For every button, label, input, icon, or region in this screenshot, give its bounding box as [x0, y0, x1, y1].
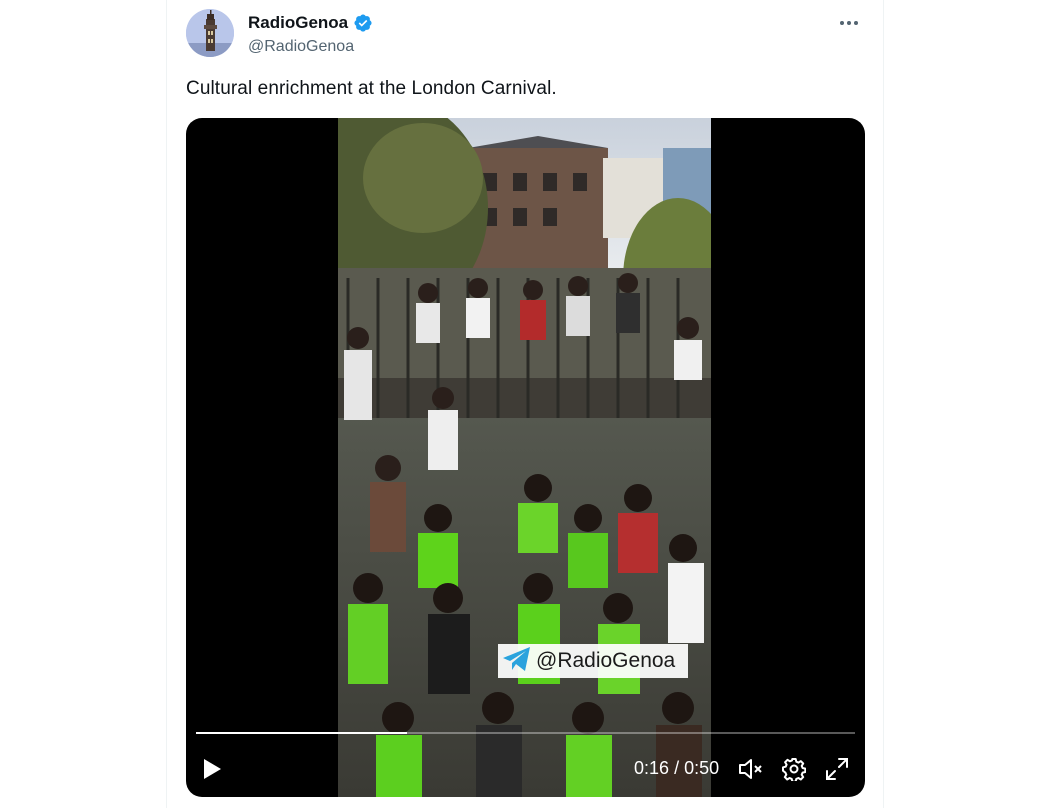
- gear-icon[interactable]: [781, 756, 807, 782]
- avatar[interactable]: [186, 9, 234, 57]
- verified-badge-icon[interactable]: [353, 13, 373, 33]
- video-controls: 0:16 / 0:50: [186, 748, 865, 788]
- display-name[interactable]: RadioGenoa: [248, 13, 348, 33]
- muted-icon[interactable]: [738, 756, 764, 782]
- handle[interactable]: @RadioGenoa: [248, 38, 354, 56]
- video-watermark: @RadioGenoa: [498, 644, 688, 678]
- video-frame-image: [338, 118, 711, 797]
- telegram-icon: [502, 646, 532, 677]
- fullscreen-icon[interactable]: [824, 756, 850, 782]
- duration: 0:50: [684, 758, 720, 778]
- more-icon[interactable]: [835, 13, 863, 33]
- avatar-image: [186, 9, 234, 57]
- tweet-column: RadioGenoa @RadioGenoa Cultural enrichme…: [166, 0, 884, 808]
- page: RadioGenoa @RadioGenoa Cultural enrichme…: [0, 0, 1050, 808]
- name-row: RadioGenoa: [248, 13, 373, 33]
- tweet-text: Cultural enrichment at the London Carniv…: [186, 78, 557, 99]
- video-player[interactable]: @RadioGenoa 0:16 / 0:50: [186, 118, 865, 797]
- progress-bar[interactable]: [196, 732, 855, 734]
- watermark-text: @RadioGenoa: [536, 649, 676, 672]
- tweet-header: RadioGenoa @RadioGenoa: [186, 9, 866, 61]
- time-separator: /: [674, 758, 680, 778]
- play-icon[interactable]: [199, 756, 225, 782]
- current-time: 0:16: [634, 758, 670, 778]
- video-timecode: 0:16 / 0:50: [634, 758, 719, 779]
- progress-fill: [196, 732, 407, 734]
- video-frame[interactable]: @RadioGenoa: [338, 118, 711, 797]
